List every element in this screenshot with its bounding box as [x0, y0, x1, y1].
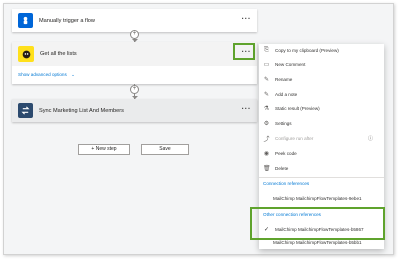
advanced-label: Show advanced options: [18, 72, 67, 77]
peek-icon: ◉: [263, 151, 270, 157]
sync-more-button[interactable]: ···: [242, 103, 252, 115]
gear-icon: ⚙: [263, 121, 270, 127]
menu-item-label: MailChimp MailchimpFlowTemplates-9ebe1: [273, 196, 362, 201]
menu-item-static-result[interactable]: ⚗ Static result (Preview): [263, 103, 320, 114]
menu-item-delete[interactable]: 🗑 Delete: [263, 163, 288, 174]
menu-item-label: Configure run after: [275, 136, 314, 141]
menu-item-copy[interactable]: ⎘ Copy to my clipboard (Preview): [263, 45, 339, 56]
menu-item-add-note[interactable]: ✎ Add a note: [263, 89, 297, 100]
run-after-icon: ⤴: [263, 137, 270, 143]
trigger-card[interactable]: Manually trigger a flow ···: [12, 9, 257, 32]
get-all-lists-title: Get all the lists: [40, 51, 77, 57]
menu-item-label: Rename: [275, 77, 293, 82]
menu-item-new-comment[interactable]: ▭ New Comment: [263, 59, 306, 70]
menu-item-label: Static result (Preview): [275, 106, 320, 111]
note-icon: ✎: [263, 92, 270, 98]
sync-icon: [18, 103, 33, 118]
mailchimp-icon: [18, 46, 34, 62]
connection-references-heading: Connection references: [263, 181, 310, 186]
flow-designer-frame: Manually trigger a flow ··· + Get all th…: [3, 3, 394, 255]
insert-step-plus[interactable]: +: [130, 85, 139, 94]
copy-icon: ⎘: [264, 47, 269, 53]
more-button-highlight: [233, 43, 255, 60]
connection-reference-item[interactable]: MailChimp MailchimpFlowTemplates-9ebe1: [273, 193, 362, 204]
new-step-button[interactable]: + New step: [78, 144, 130, 155]
menu-item-label: Copy to my clipboard (Preview): [275, 48, 339, 53]
trigger-more-button[interactable]: ···: [242, 13, 252, 25]
flask-icon: ⚗: [263, 106, 270, 112]
sync-title: Sync Marketing List And Members: [39, 107, 124, 114]
other-references-highlight: [250, 207, 385, 240]
menu-item-label: MailChimp MailchimpFlowTemplates-b5bb1: [273, 240, 362, 245]
menu-item-label: New Comment: [275, 62, 306, 67]
menu-item-label: Delete: [275, 166, 289, 171]
menu-divider: [259, 177, 384, 178]
insert-step-plus[interactable]: +: [130, 30, 139, 39]
menu-item-configure-run-after: ⤴ Configure run after ⓘ: [263, 133, 373, 144]
chevron-down-icon: ⌄: [71, 72, 75, 77]
menu-item-label: Add a note: [275, 92, 298, 97]
menu-item-peek-code[interactable]: ◉ Peek code: [263, 148, 297, 159]
info-icon: ⓘ: [367, 136, 373, 142]
menu-item-label: Peek code: [275, 151, 297, 156]
trash-icon: 🗑: [263, 166, 271, 172]
save-button[interactable]: Save: [141, 144, 189, 155]
comment-icon: ▭: [263, 62, 270, 68]
trigger-hand-icon: [18, 13, 33, 28]
menu-item-label: Settings: [275, 121, 292, 126]
rename-icon: ✎: [263, 77, 270, 83]
menu-item-rename[interactable]: ✎ Rename: [263, 74, 292, 85]
sync-card[interactable]: Sync Marketing List And Members ···: [12, 99, 257, 122]
show-advanced-options-link[interactable]: Show advanced options ⌄: [18, 72, 75, 78]
get-all-lists-card[interactable]: Get all the lists ··· Show advanced opti…: [12, 42, 257, 84]
trigger-title: Manually trigger a flow: [39, 17, 95, 24]
menu-item-settings[interactable]: ⚙ Settings: [263, 118, 292, 129]
